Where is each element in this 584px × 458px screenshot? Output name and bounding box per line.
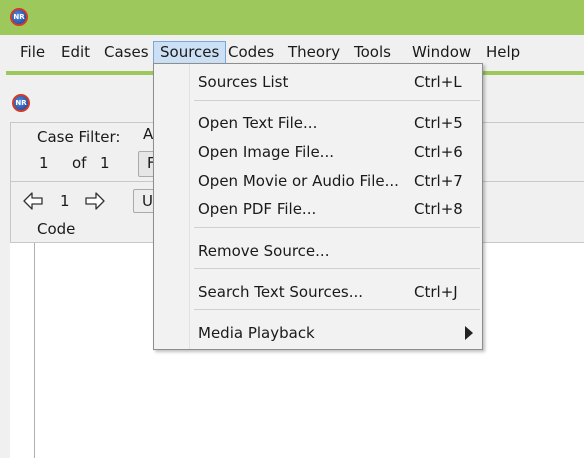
menu-item-accelerator: Ctrl+L (414, 73, 462, 91)
menu-item-open-pdf-file[interactable]: Open PDF File... Ctrl+8 (190, 196, 482, 222)
menu-item-media-playback[interactable]: Media Playback (190, 320, 482, 346)
menu-item-open-image-file[interactable]: Open Image File... Ctrl+6 (190, 139, 482, 165)
case-index: 1 (39, 154, 49, 172)
menu-separator (194, 100, 480, 101)
menu-item-open-movie-audio-file[interactable]: Open Movie or Audio File... Ctrl+7 (190, 168, 482, 194)
menu-item-label: Open PDF File... (198, 200, 317, 218)
menu-item-label: Search Text Sources... (198, 283, 364, 301)
sources-menu: Sources List Ctrl+L Open Text File... Ct… (153, 63, 483, 350)
code-column-header[interactable]: Code (37, 220, 75, 238)
app-icon[interactable]: NR (10, 8, 28, 26)
case-total: 1 (100, 154, 110, 172)
menu-codes[interactable]: Codes (222, 41, 280, 65)
case-filter-value[interactable]: A (143, 125, 153, 143)
list-gutter (34, 243, 35, 458)
menu-item-label: Sources List (198, 73, 289, 91)
title-bar: NR (0, 0, 584, 35)
menu-item-remove-source[interactable]: Remove Source... (190, 238, 482, 264)
menu-item-open-text-file[interactable]: Open Text File... Ctrl+5 (190, 110, 482, 136)
menu-item-accelerator: Ctrl+5 (414, 114, 463, 132)
menu-item-accelerator: Ctrl+7 (414, 172, 463, 190)
previous-arrow-icon[interactable] (22, 191, 44, 211)
menu-item-label: Open Image File... (198, 143, 334, 161)
menu-item-label: Open Text File... (198, 114, 318, 132)
menu-item-label: Media Playback (198, 324, 315, 342)
app-icon-text: NR (13, 13, 25, 21)
menu-item-label: Open Movie or Audio File... (198, 172, 399, 190)
case-filter-label: Case Filter: (37, 128, 121, 146)
menu-cases[interactable]: Cases (98, 41, 155, 65)
menu-tools[interactable]: Tools (348, 41, 397, 65)
menu-file[interactable]: File (14, 41, 51, 65)
menu-separator (194, 268, 480, 269)
menu-item-accelerator: Ctrl+8 (414, 200, 463, 218)
menu-help[interactable]: Help (480, 41, 526, 65)
nav-index: 1 (60, 192, 70, 210)
menu-item-search-text-sources[interactable]: Search Text Sources... Ctrl+J (190, 279, 482, 305)
menu-icon-column (154, 64, 190, 349)
menu-separator (194, 227, 480, 228)
menu-item-sources-list[interactable]: Sources List Ctrl+L (190, 69, 482, 95)
next-arrow-icon[interactable] (84, 191, 106, 211)
menu-item-accelerator: Ctrl+6 (414, 143, 463, 161)
menu-theory[interactable]: Theory (282, 41, 346, 65)
menu-item-label: Remove Source... (198, 242, 330, 260)
submenu-arrow-icon (465, 326, 473, 340)
of-label: of (72, 154, 87, 172)
child-window-icon[interactable]: NR (12, 94, 30, 112)
menu-item-accelerator: Ctrl+J (414, 283, 458, 301)
child-window-icon-text: NR (15, 99, 27, 107)
menu-sources[interactable]: Sources (153, 41, 227, 65)
menu-window[interactable]: Window (406, 41, 477, 65)
menu-edit[interactable]: Edit (55, 41, 96, 65)
menu-separator (194, 309, 480, 310)
